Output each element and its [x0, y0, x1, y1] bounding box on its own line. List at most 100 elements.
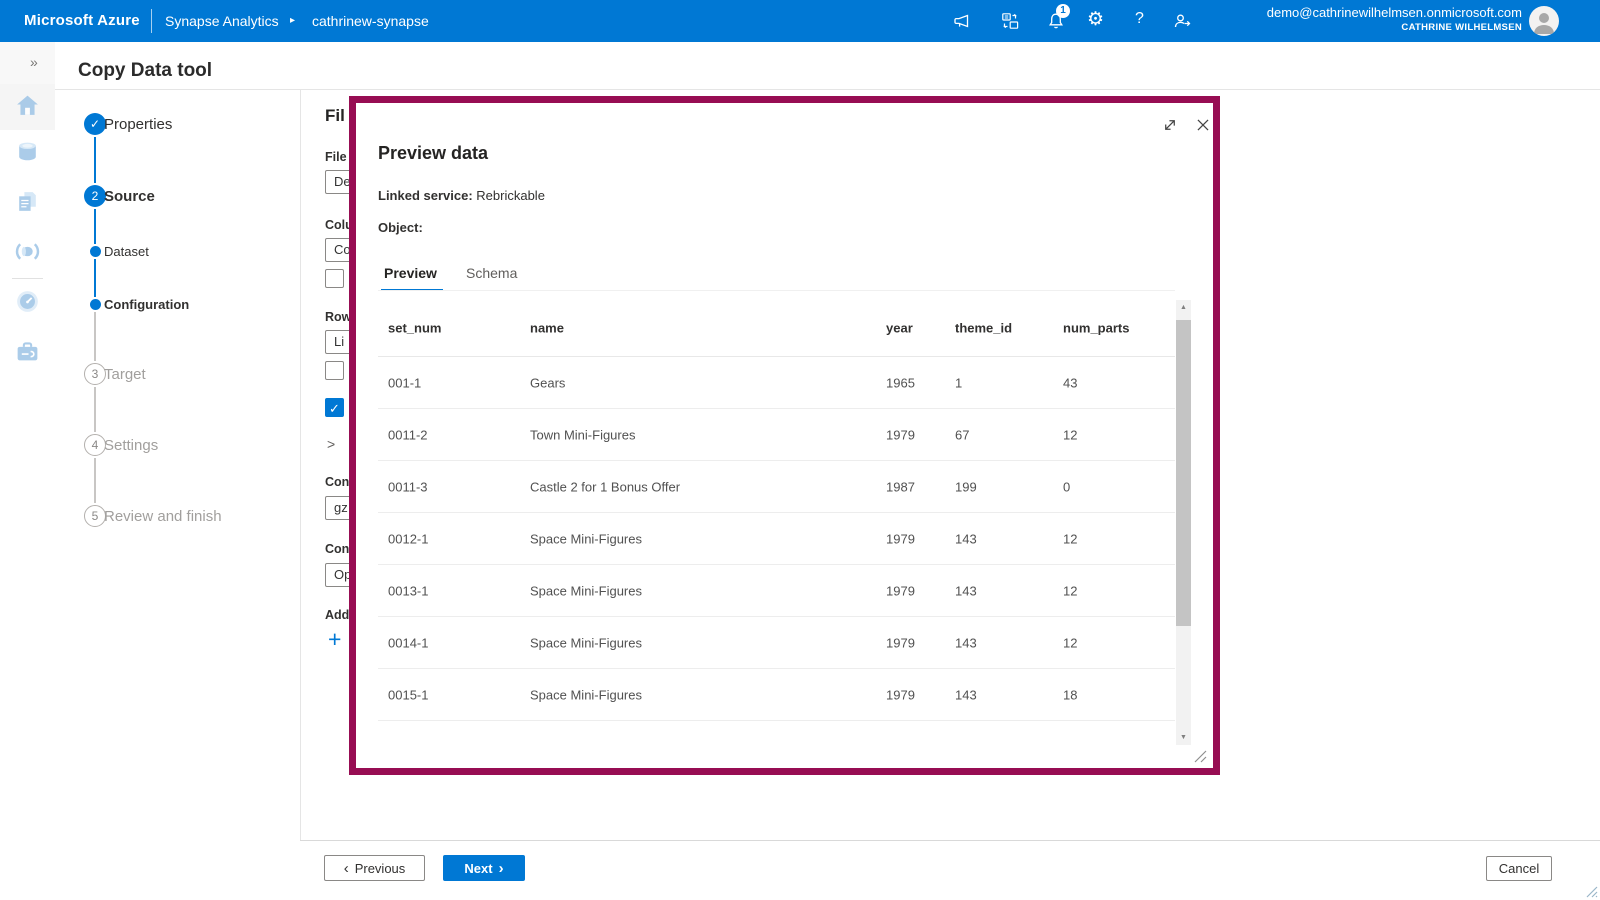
substep-configuration-label[interactable]: Configuration — [104, 297, 189, 312]
cancel-button-label: Cancel — [1499, 861, 1539, 876]
integrate-pipeline-icon — [14, 238, 41, 265]
close-dialog-icon[interactable] — [1194, 116, 1212, 134]
substep-configuration-dot[interactable] — [90, 299, 101, 310]
stepper-connector — [94, 312, 96, 361]
col-header-set-num: set_num — [388, 321, 441, 336]
cell-set-num: 0011-2 — [388, 427, 428, 442]
stepper-connector — [94, 209, 96, 244]
table-row: 0013-1 Space Mini-Figures 1979 143 12 — [378, 565, 1175, 617]
page-resize-grip[interactable] — [1585, 885, 1598, 898]
cell-set-num: 0012-1 — [388, 531, 428, 546]
help-icon[interactable]: ? — [1135, 10, 1144, 28]
linked-service-value: Rebrickable — [476, 188, 545, 203]
sidebar-item-monitor[interactable] — [14, 288, 41, 315]
cell-theme-id: 143 — [955, 635, 977, 650]
avatar[interactable] — [1529, 6, 1559, 36]
switch-context-icon[interactable] — [1000, 11, 1020, 31]
header-divider — [55, 89, 1600, 90]
manage-toolbox-icon — [14, 338, 41, 365]
scroll-down-icon[interactable]: ▼ — [1176, 730, 1191, 745]
tab-schema[interactable]: Schema — [466, 265, 517, 281]
preview-table: set_num name year theme_id num_parts 001… — [378, 300, 1175, 745]
add-column-plus-icon[interactable]: + — [328, 626, 341, 653]
sidebar-item-home[interactable] — [14, 92, 41, 119]
sidebar-item-manage[interactable] — [14, 338, 41, 365]
advanced-expander-chevron-icon[interactable]: > — [327, 436, 335, 452]
dialog-resize-handle[interactable] — [1192, 748, 1207, 763]
scrollbar-thumb[interactable] — [1176, 320, 1191, 626]
expand-dialog-icon[interactable] — [1161, 116, 1179, 134]
tab-preview[interactable]: Preview — [384, 265, 437, 281]
cell-year: 1965 — [886, 375, 915, 390]
sidebar-expand-icon[interactable]: » — [30, 54, 38, 70]
additional-columns-label: Add — [325, 608, 349, 622]
cell-name: Space Mini-Figures — [530, 583, 642, 598]
announcements-icon[interactable] — [952, 11, 972, 31]
account-info: demo@cathrinewilhelmsen.onmicrosoft.com … — [1230, 6, 1522, 33]
previous-button-label: Previous — [355, 861, 406, 876]
cell-theme-id: 67 — [955, 427, 969, 442]
scroll-up-icon[interactable]: ▲ — [1176, 300, 1191, 315]
step-target-label[interactable]: Target — [104, 366, 146, 383]
stepper-connector — [94, 137, 96, 183]
first-row-header-checkbox[interactable]: ✓ — [325, 398, 344, 417]
cancel-button[interactable]: Cancel — [1486, 856, 1552, 881]
cell-year: 1979 — [886, 687, 915, 702]
step-target-circle[interactable]: 3 — [84, 363, 106, 385]
settings-gear-icon[interactable]: ⚙ — [1087, 8, 1104, 31]
step-properties-circle[interactable]: ✓ — [84, 113, 106, 135]
column-delimiter-checkbox[interactable] — [325, 269, 344, 288]
top-bar: Microsoft Azure Synapse Analytics ▸ cath… — [0, 0, 1600, 42]
cell-name: Space Mini-Figures — [530, 635, 642, 650]
cell-theme-id: 143 — [955, 531, 977, 546]
substep-dataset-label[interactable]: Dataset — [104, 244, 149, 259]
cell-num-parts: 12 — [1063, 531, 1077, 546]
cell-theme-id: 199 — [955, 479, 977, 494]
breadcrumb-workspace[interactable]: cathrinew-synapse — [312, 13, 429, 29]
table-row: 0014-1 Space Mini-Figures 1979 143 12 — [378, 617, 1175, 669]
cell-theme-id: 1 — [955, 375, 962, 390]
col-header-theme-id: theme_id — [955, 321, 1012, 336]
breadcrumb-arrow-icon: ▸ — [290, 15, 295, 26]
cell-set-num: 0014-1 — [388, 635, 428, 650]
cell-name: Space Mini-Figures — [530, 687, 642, 702]
cell-theme-id: 143 — [955, 583, 977, 598]
cell-num-parts: 12 — [1063, 583, 1077, 598]
step-review-circle[interactable]: 5 — [84, 505, 106, 527]
next-button[interactable]: Next › — [443, 855, 525, 881]
breadcrumb-product[interactable]: Synapse Analytics — [165, 13, 279, 29]
substep-dataset-dot[interactable] — [90, 246, 101, 257]
step-source-circle[interactable]: 2 — [84, 185, 106, 207]
step-settings-circle[interactable]: 4 — [84, 434, 106, 456]
cell-num-parts: 43 — [1063, 375, 1077, 390]
chevron-right-icon: › — [499, 861, 504, 876]
col-header-name: name — [530, 321, 564, 336]
sidebar-item-develop[interactable] — [14, 188, 41, 215]
stepper-divider — [300, 89, 301, 840]
cell-set-num: 0015-1 — [388, 687, 428, 702]
chevron-left-icon: ‹ — [344, 861, 349, 876]
azure-logo[interactable]: Microsoft Azure — [24, 12, 140, 29]
sidebar-item-data[interactable] — [14, 138, 41, 165]
step-settings-label[interactable]: Settings — [104, 437, 158, 454]
cell-name: Gears — [530, 375, 565, 390]
preview-data-dialog: Preview data Linked service: Rebrickable… — [349, 96, 1220, 775]
linked-service-label: Linked service: — [378, 188, 473, 203]
feedback-person-icon[interactable] — [1172, 11, 1192, 31]
linked-service-line: Linked service: Rebrickable — [378, 188, 545, 203]
database-cylinder-icon — [14, 138, 41, 165]
table-row: 0011-2 Town Mini-Figures 1979 67 12 — [378, 409, 1175, 461]
sidebar-item-integrate[interactable] — [14, 238, 41, 265]
home-icon — [14, 92, 41, 119]
step-review-label[interactable]: Review and finish — [104, 508, 222, 525]
step-source-label[interactable]: Source — [104, 188, 155, 205]
cell-num-parts: 0 — [1063, 479, 1070, 494]
compression-level-label: Con — [325, 542, 349, 556]
compression-type-label: Con — [325, 475, 349, 489]
previous-button[interactable]: ‹ Previous — [324, 855, 425, 881]
row-delimiter-checkbox[interactable] — [325, 361, 344, 380]
table-scrollbar[interactable]: ▲ ▼ — [1176, 300, 1191, 745]
account-email: demo@cathrinewilhelmsen.onmicrosoft.com — [1230, 6, 1522, 19]
step-properties-label[interactable]: Properties — [104, 116, 172, 133]
next-button-label: Next — [464, 861, 492, 876]
